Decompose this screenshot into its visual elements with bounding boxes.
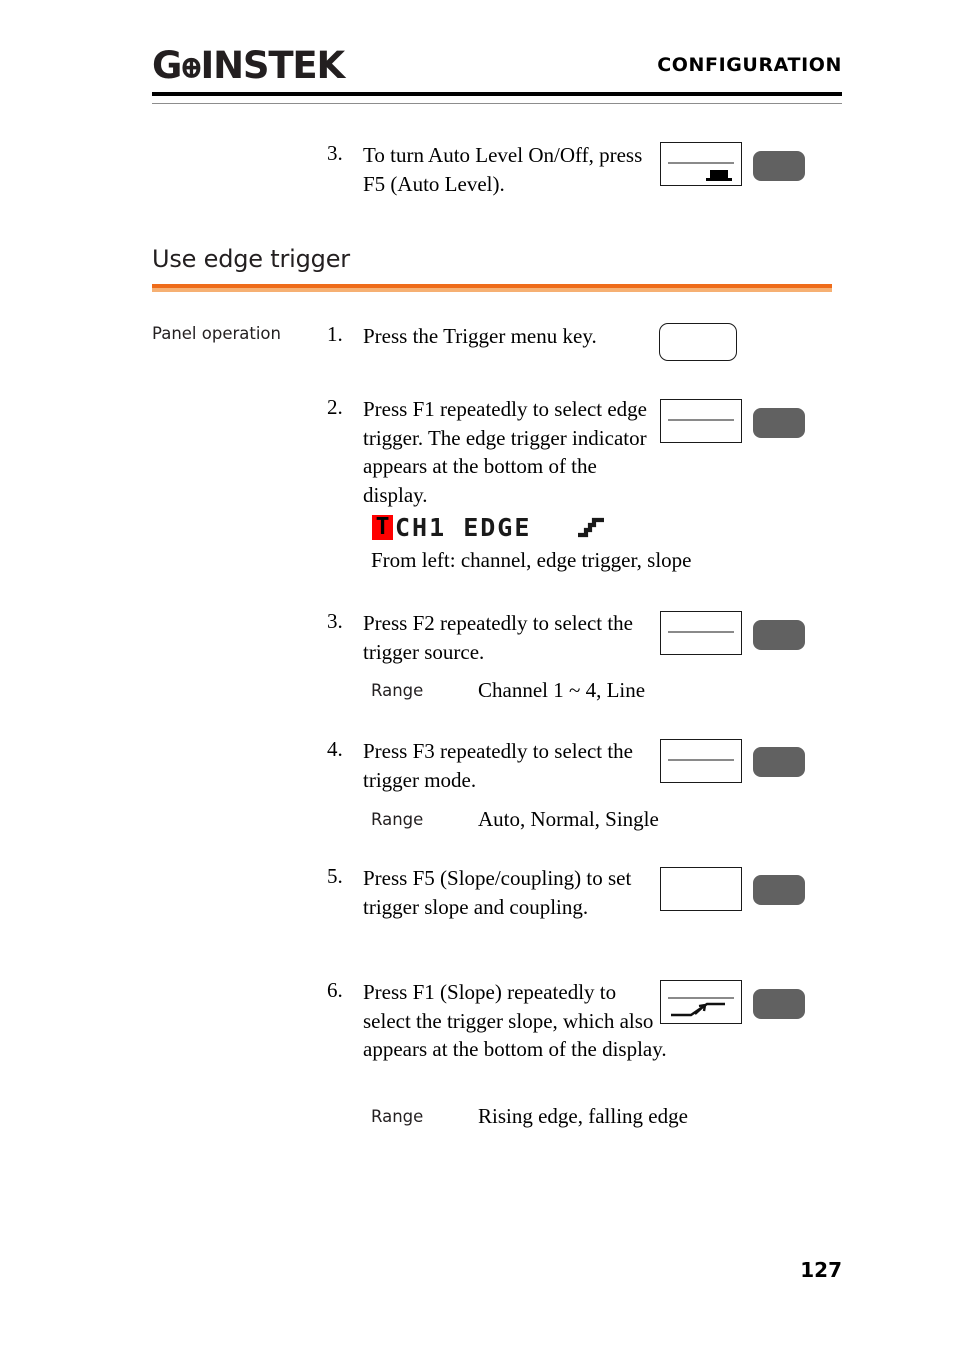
trigger-menu-key-icon[interactable]: [659, 323, 737, 361]
step-3-number: 3.: [327, 609, 343, 633]
gray-function-key-top[interactable]: [753, 151, 805, 181]
page-number: 127: [800, 1258, 842, 1282]
step-3-range-label: Range: [371, 681, 424, 700]
empty-screen-icon: [660, 867, 742, 911]
step-3-range-value: Channel 1 ~ 4, Line: [478, 678, 646, 702]
slope-arrow-icon: [669, 1000, 733, 1018]
screen-line: [668, 997, 734, 999]
header-title: CONFIGURATION: [657, 54, 842, 76]
section-rule-bottom: [152, 288, 832, 292]
gray-function-key-6[interactable]: [753, 989, 805, 1019]
screen-line: [668, 631, 734, 633]
marker-cap: [710, 170, 728, 178]
page-header: GꚛINSTEK CONFIGURATION: [152, 44, 842, 92]
page-section-title: Use edge trigger: [152, 245, 350, 273]
panel-operation-label: Panel operation: [152, 324, 281, 343]
edge-trigger-indicator: T CH1 EDGE: [372, 512, 605, 542]
logo-instek: INSTEK: [200, 44, 346, 87]
step-4-number: 4.: [327, 737, 343, 761]
trigger-t-glyph: T: [375, 513, 390, 540]
gw-instek-logo: GꚛINSTEK: [152, 44, 346, 89]
step-4-range-value: Auto, Normal, Single: [478, 807, 659, 831]
screen-line: [668, 162, 734, 164]
step-6-number: 6.: [327, 978, 343, 1002]
top-step-number: 3.: [327, 141, 343, 165]
step-6-range-value: Rising edge, falling edge: [478, 1104, 688, 1128]
screen-line: [668, 759, 734, 761]
screen-with-line-icon-3: [660, 611, 742, 655]
lcd-indicator-text: CH1 EDGE: [395, 512, 532, 542]
step-5-text: Press F5 (Slope/coupling) to set trigger…: [363, 866, 632, 919]
screen-with-slope-icon: [660, 980, 742, 1024]
header-rule-thin: [152, 103, 842, 104]
gray-function-key-5[interactable]: [753, 875, 805, 905]
gray-function-key-3[interactable]: [753, 620, 805, 650]
step-1-number: 1.: [327, 322, 343, 346]
step-2-number: 2.: [327, 395, 343, 419]
trigger-t-badge: T: [372, 513, 393, 540]
gray-function-key-4[interactable]: [753, 747, 805, 777]
f5-soft-key-marker: [706, 170, 732, 181]
gray-function-key-2[interactable]: [753, 408, 805, 438]
step-6-range-label: Range: [371, 1107, 424, 1126]
header-rule-thick: [152, 92, 842, 96]
marker-base: [706, 178, 732, 181]
screen-with-line-icon-2: [660, 399, 742, 443]
document-page: GꚛINSTEK CONFIGURATION 3. To turn Auto L…: [0, 0, 954, 1350]
screen-line: [668, 419, 734, 421]
step-5-number: 5.: [327, 864, 343, 888]
screen-with-f5-marker-icon: [660, 142, 742, 186]
step-6-text: Press F1 (Slope) repeatedly to select th…: [363, 980, 667, 1061]
step-4-text: Press F3 repeatedly to select the trigge…: [363, 739, 634, 792]
step-3-text: Press F2 repeatedly to select the trigge…: [363, 611, 634, 664]
rising-edge-slope-icon: [577, 515, 605, 539]
step-1-text: Press the Trigger menu key.: [363, 324, 597, 348]
logo-g: G: [152, 44, 182, 87]
indicator-caption: From left: channel, edge trigger, slope: [371, 548, 692, 572]
step-2-text: Press F1 repeatedly to select edge trigg…: [363, 397, 647, 507]
step-4-range-label: Range: [371, 810, 424, 829]
top-step-text: To turn Auto Level On/Off, press F5 (Aut…: [363, 143, 643, 196]
logo-w: ꚛ: [181, 46, 202, 86]
screen-with-line-icon-4: [660, 739, 742, 783]
